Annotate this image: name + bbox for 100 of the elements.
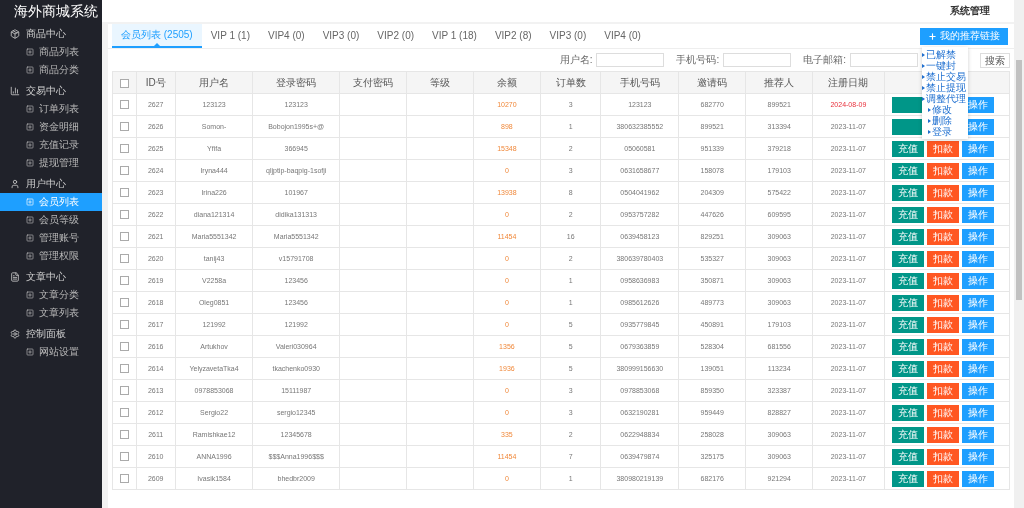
search-button[interactable]: 搜索 [980,52,1010,68]
sidebar-item[interactable]: 文章分类 [0,286,102,304]
action-button[interactable]: 扣款 [926,338,959,355]
action-button[interactable]: 充值 [891,426,924,443]
action-button[interactable]: 充值 [891,228,924,245]
action-button[interactable]: 充值 [891,316,924,333]
row-checkbox[interactable] [119,100,129,109]
action-button[interactable]: 扣款 [926,470,959,487]
action-button[interactable]: 充值 [891,338,924,355]
action-button[interactable]: 充值 [891,272,924,289]
row-checkbox[interactable] [119,144,129,153]
action-button[interactable]: 扣款 [926,404,959,421]
action-button[interactable]: 操作 [961,184,994,201]
action-button[interactable]: 操作 [961,338,994,355]
action-button[interactable]: 扣款 [926,272,959,289]
action-button[interactable]: 扣款 [926,316,959,333]
action-button[interactable]: 充值 [891,404,924,421]
action-button[interactable]: 扣款 [926,140,959,157]
action-button[interactable]: 扣款 [926,162,959,179]
search-field[interactable] [850,53,918,67]
sidebar-group[interactable]: 控制面板 [0,325,102,343]
sidebar-item[interactable]: 商品列表 [0,43,102,61]
row-checkbox[interactable] [119,452,129,461]
action-button[interactable]: 操作 [961,228,994,245]
row-checkbox[interactable] [119,320,129,329]
tab[interactable]: VIP 1 (18) [423,24,486,48]
action-button[interactable]: 操作 [961,470,994,487]
action-button[interactable]: 扣款 [926,184,959,201]
action-button[interactable]: 充值 [891,184,924,201]
menu-item[interactable]: 登录 [932,126,954,137]
sidebar-item[interactable]: 网站设置 [0,343,102,361]
row-checkbox[interactable] [119,210,129,219]
sidebar-group[interactable]: 商品中心 [0,25,102,43]
action-button[interactable]: 扣款 [926,294,959,311]
sidebar-item[interactable]: 管理权限 [0,247,102,265]
row-checkbox[interactable] [119,386,129,395]
sidebar-group[interactable]: 文章中心 [0,268,102,286]
sidebar-item[interactable]: 订单列表 [0,100,102,118]
tab[interactable]: VIP3 (0) [540,24,596,48]
action-button[interactable]: 充值 [891,470,924,487]
row-checkbox[interactable] [119,342,129,351]
row-checkbox[interactable] [119,474,129,483]
menu-item[interactable]: 已解禁 [926,49,958,60]
action-button[interactable]: 扣款 [926,228,959,245]
row-checkbox[interactable] [119,408,129,417]
tab[interactable]: VIP 1 (1) [201,24,259,48]
tab[interactable]: VIP2 (0) [368,24,424,48]
tab[interactable]: 会员列表 (2505) [112,24,202,48]
action-button[interactable]: 操作 [961,426,994,443]
action-button[interactable]: 操作 [961,206,994,223]
sidebar-item[interactable]: 文章列表 [0,304,102,322]
sidebar-item[interactable]: 会员等级 [0,211,102,229]
action-button[interactable]: 操作 [961,448,994,465]
action-button[interactable]: 充值 [891,448,924,465]
tab[interactable]: VIP4 (0) [595,24,650,48]
sidebar-item[interactable]: 充值记录 [0,136,102,154]
sidebar-group[interactable]: 交易中心 [0,82,102,100]
action-button[interactable]: 充值 [891,382,924,399]
action-button[interactable]: 操作 [961,162,994,179]
menu-item[interactable]: 删除 [932,115,954,126]
action-button[interactable]: 操作 [961,140,994,157]
row-checkbox[interactable] [119,276,129,285]
action-button[interactable]: 充值 [891,206,924,223]
sidebar-item[interactable]: 资金明细 [0,118,102,136]
select-all-checkbox[interactable] [119,78,129,88]
sidebar-item[interactable]: 会员列表 [0,193,102,211]
tab[interactable]: VIP2 (8) [485,24,541,48]
action-button[interactable]: 充值 [891,360,924,377]
menu-item[interactable]: 禁止提现 [926,82,968,93]
row-checkbox[interactable] [119,232,129,241]
action-button[interactable]: 操作 [961,272,994,289]
tab[interactable]: VIP4 (0) [258,24,314,48]
action-button[interactable]: 操作 [961,360,994,377]
action-button[interactable]: 操作 [961,382,994,399]
row-checkbox[interactable] [119,188,129,197]
sidebar-item[interactable]: 商品分类 [0,61,102,79]
row-checkbox[interactable] [119,122,129,131]
row-checkbox[interactable] [119,298,129,307]
sidebar-group[interactable]: 用户中心 [0,175,102,193]
search-field[interactable] [723,53,792,67]
action-button[interactable]: 扣款 [926,360,959,377]
action-button[interactable]: 操作 [961,316,994,333]
sidebar-item[interactable]: 提现管理 [0,154,102,172]
referral-link-button[interactable]: 我的推荐链接 [920,27,1008,45]
row-checkbox[interactable] [119,166,129,175]
menu-item[interactable]: 修改 [932,104,954,115]
action-button[interactable]: 操作 [961,294,994,311]
row-checkbox[interactable] [119,430,129,439]
scrollbar-thumb[interactable] [1016,60,1022,300]
menu-item[interactable]: 禁止交易 [926,71,968,82]
row-checkbox[interactable] [119,254,129,263]
row-checkbox[interactable] [119,364,129,373]
action-button[interactable] [891,96,924,113]
action-button[interactable]: 扣款 [926,250,959,267]
action-button[interactable]: 操作 [961,404,994,421]
action-button[interactable]: 扣款 [926,206,959,223]
action-button[interactable]: 充值 [891,294,924,311]
action-button[interactable] [891,118,924,135]
action-button[interactable]: 操作 [961,250,994,267]
action-button[interactable]: 充值 [891,140,924,157]
